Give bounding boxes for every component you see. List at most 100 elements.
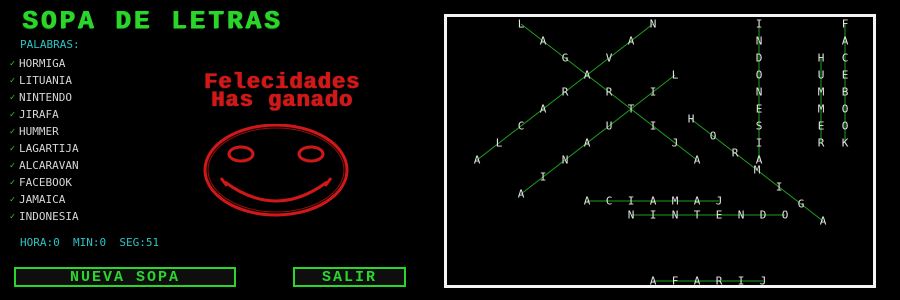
word-search-board[interactable]: LAGARTIJANAVRACLALIUANIAHORMIGAINDONESIA… <box>444 14 876 288</box>
grid-letter[interactable]: N <box>672 209 679 222</box>
grid-letter[interactable]: C <box>842 52 849 65</box>
grid-letter[interactable]: I <box>738 275 745 286</box>
grid-letter[interactable]: G <box>562 52 569 65</box>
check-icon: ✓ <box>9 177 16 188</box>
grid-letter[interactable]: A <box>584 69 591 82</box>
grid-letter[interactable]: K <box>842 137 849 150</box>
grid-letter[interactable]: I <box>540 171 547 184</box>
grid-letter[interactable]: A <box>694 195 701 208</box>
grid-letter[interactable]: N <box>738 209 745 222</box>
word-label: HUMMER <box>19 125 59 138</box>
words-heading: PALABRAS: <box>20 38 80 51</box>
win-message-line2: Has ganado <box>210 88 354 113</box>
win-message: Felecidades Has ganado <box>122 72 442 113</box>
letter-grid[interactable]: LAGARTIJANAVRACLALIUANIAHORMIGAINDONESIA… <box>447 17 873 286</box>
word-item: ✓ JAMAICA <box>6 191 79 208</box>
grid-letter[interactable]: E <box>842 69 849 82</box>
grid-letter[interactable]: N <box>756 86 763 99</box>
grid-letter[interactable]: D <box>756 52 763 65</box>
grid-letter[interactable]: N <box>756 35 763 48</box>
grid-letter[interactable]: E <box>756 103 763 116</box>
grid-letter[interactable]: T <box>628 103 635 116</box>
grid-letter[interactable]: A <box>820 215 827 228</box>
hora-label: HORA: <box>20 236 54 249</box>
exit-button[interactable]: SALIR <box>293 267 406 287</box>
min-value: 0 <box>99 236 107 249</box>
grid-letter[interactable]: J <box>760 275 767 286</box>
grid-letter[interactable]: B <box>842 86 849 99</box>
grid-letter[interactable]: A <box>650 195 657 208</box>
grid-letter[interactable]: A <box>518 188 525 201</box>
grid-letter[interactable]: R <box>562 86 569 99</box>
new-puzzle-button[interactable]: NUEVA SOPA <box>14 267 236 287</box>
grid-letter[interactable]: F <box>672 275 679 286</box>
word-list: ✓ HORMIGA ✓ LITUANIA ✓ NINTENDO ✓ JIRAFA ✓ HU… <box>6 55 79 225</box>
grid-letter[interactable]: A <box>584 137 591 150</box>
check-icon: ✓ <box>9 58 16 69</box>
grid-letter[interactable]: A <box>756 154 763 167</box>
grid-letter[interactable]: N <box>650 18 657 31</box>
grid-letter[interactable]: I <box>756 137 763 150</box>
word-item: ✓ HORMIGA <box>6 55 79 72</box>
grid-letter[interactable]: M <box>818 103 825 116</box>
seg-value: 51 <box>145 236 160 249</box>
grid-letter[interactable]: J <box>716 195 723 208</box>
grid-letter[interactable]: I <box>776 181 783 194</box>
grid-letter[interactable]: O <box>710 130 717 143</box>
grid-letter[interactable]: R <box>732 147 739 160</box>
grid-letter[interactable]: S <box>756 120 763 133</box>
grid-letter[interactable]: M <box>818 86 825 99</box>
word-label: LITUANIA <box>19 74 72 87</box>
grid-letter[interactable]: R <box>606 86 613 99</box>
grid-letter[interactable]: A <box>694 154 701 167</box>
grid-letter[interactable]: F <box>842 18 849 31</box>
grid-letter[interactable]: O <box>842 103 849 116</box>
word-label: FACEBOOK <box>19 176 72 189</box>
word-label: HORMIGA <box>19 57 66 70</box>
word-item: ✓ FACEBOOK <box>6 174 79 191</box>
grid-letter[interactable]: U <box>818 69 825 82</box>
grid-letter[interactable]: R <box>818 137 825 150</box>
grid-letter[interactable]: O <box>842 120 849 133</box>
grid-letter[interactable]: I <box>628 195 635 208</box>
grid-letter[interactable]: J <box>672 137 679 150</box>
grid-letter[interactable]: R <box>716 275 723 286</box>
grid-letter[interactable]: D <box>760 209 767 222</box>
word-label: NINTENDO <box>19 91 72 104</box>
grid-letter[interactable]: I <box>650 120 657 133</box>
word-label: JAMAICA <box>19 193 66 206</box>
grid-letter[interactable]: L <box>496 137 503 150</box>
grid-letter[interactable]: A <box>842 35 849 48</box>
grid-letter[interactable]: U <box>606 120 613 133</box>
grid-letter[interactable]: M <box>672 195 679 208</box>
grid-letter[interactable]: I <box>756 18 763 31</box>
grid-letter[interactable]: A <box>540 103 547 116</box>
word-item: ✓ LAGARTIJA <box>6 140 79 157</box>
grid-letter[interactable]: O <box>782 209 789 222</box>
grid-letter[interactable]: O <box>756 69 763 82</box>
grid-letter[interactable]: H <box>818 52 825 65</box>
check-icon: ✓ <box>9 75 16 86</box>
grid-letter[interactable]: A <box>694 275 701 286</box>
grid-letter[interactable]: L <box>672 69 679 82</box>
grid-letter[interactable]: C <box>518 120 525 133</box>
grid-letter[interactable]: T <box>694 209 701 222</box>
grid-letter[interactable]: V <box>606 52 613 65</box>
grid-letter[interactable]: I <box>650 209 657 222</box>
grid-letter[interactable]: I <box>650 86 657 99</box>
grid-letter[interactable]: N <box>562 154 569 167</box>
grid-letter[interactable]: G <box>798 198 805 211</box>
grid-letter[interactable]: A <box>584 195 591 208</box>
grid-letter[interactable]: A <box>650 275 657 286</box>
grid-letter[interactable]: E <box>716 209 723 222</box>
grid-letter[interactable]: A <box>540 35 547 48</box>
grid-letter[interactable]: A <box>474 154 481 167</box>
check-icon: ✓ <box>9 194 16 205</box>
grid-letter[interactable]: C <box>606 195 613 208</box>
grid-letter[interactable]: A <box>628 35 635 48</box>
grid-letter[interactable]: N <box>628 209 635 222</box>
grid-letter[interactable]: E <box>818 120 825 133</box>
check-icon: ✓ <box>9 160 16 171</box>
grid-letter[interactable]: H <box>688 113 695 126</box>
grid-letter[interactable]: L <box>518 18 525 31</box>
